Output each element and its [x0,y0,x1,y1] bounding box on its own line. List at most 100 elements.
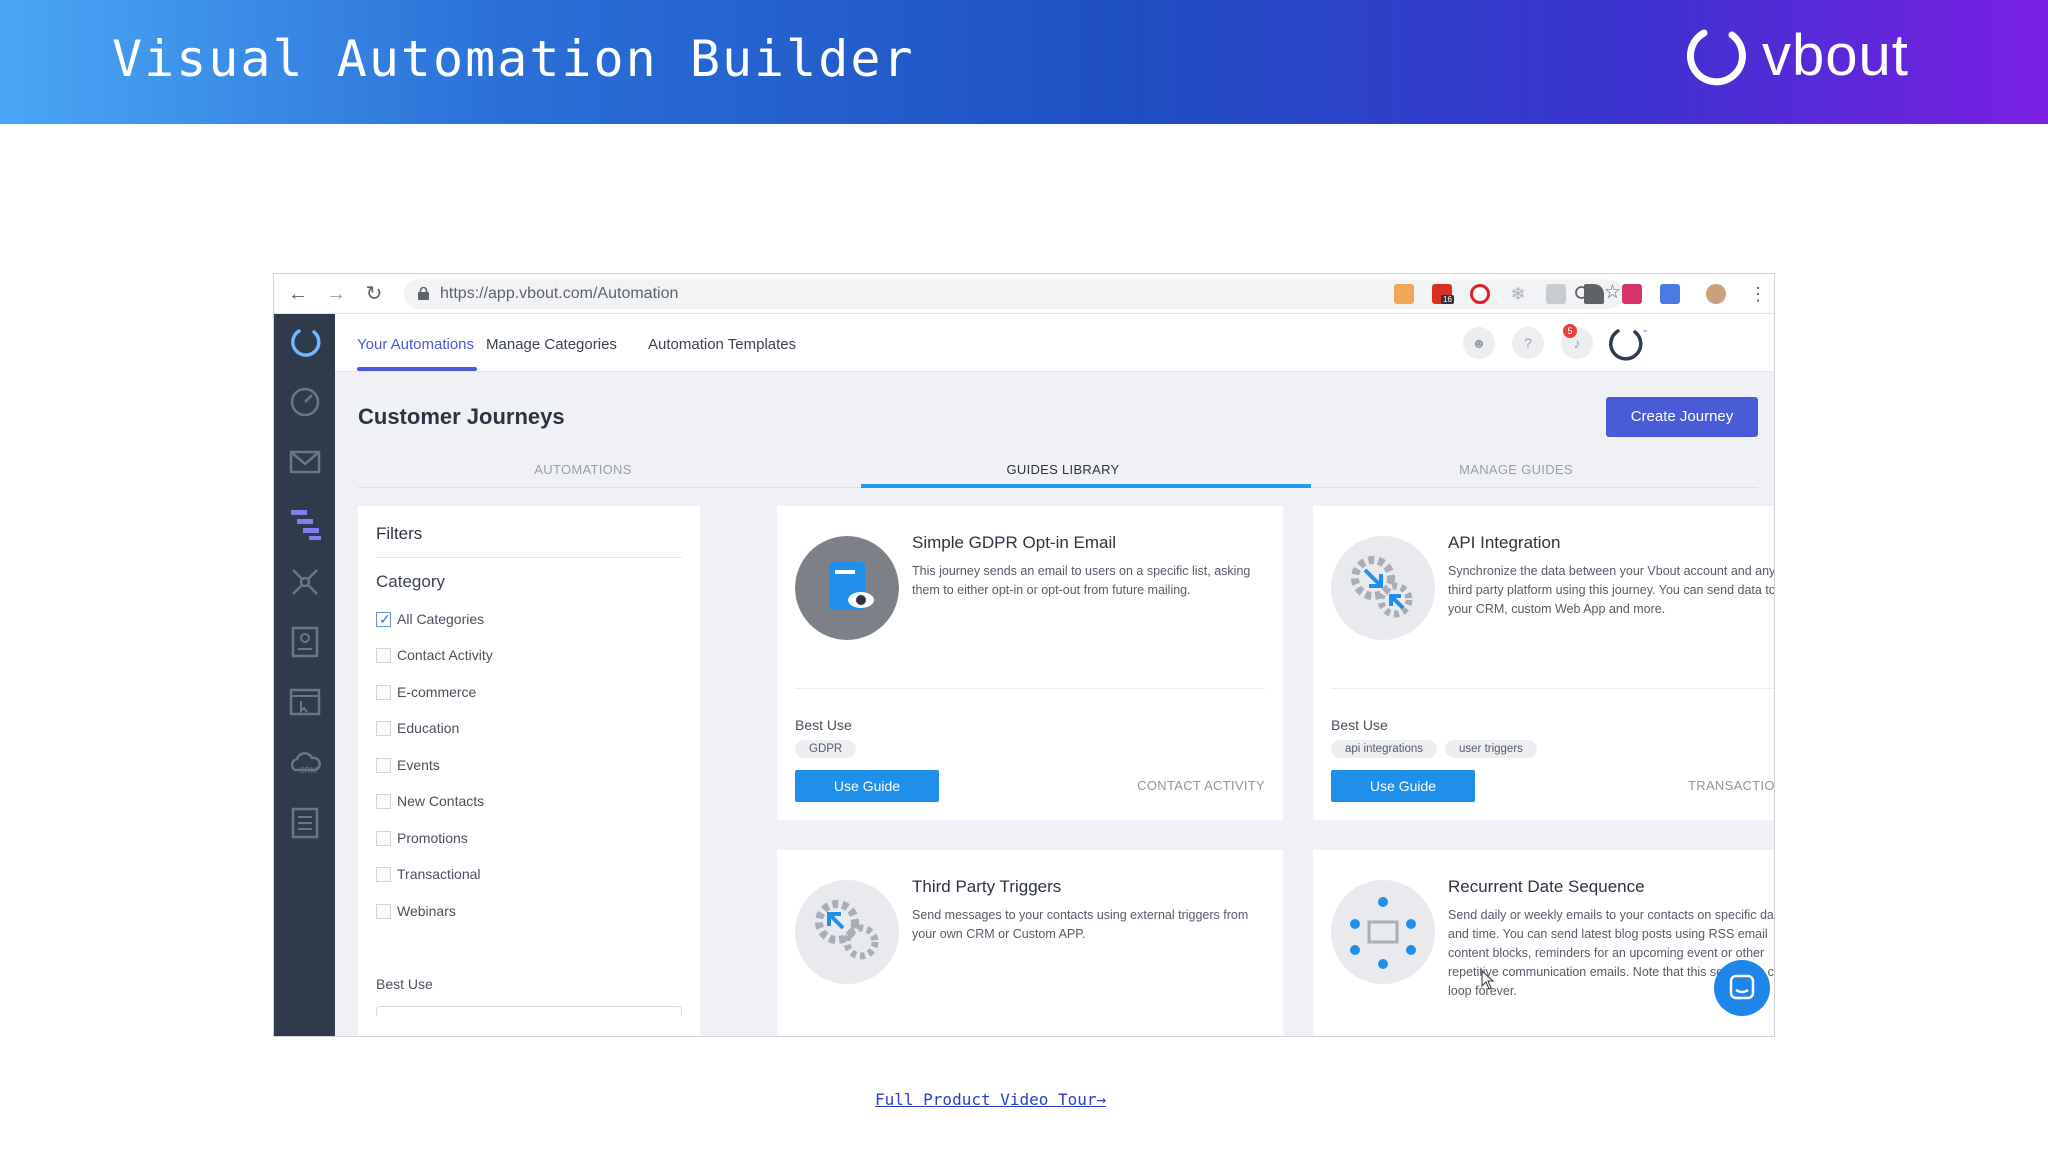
crm-label: CRM [299,766,318,775]
category-label: Contact Activity [397,647,493,663]
reload-icon[interactable]: ↻ [362,282,386,306]
tag-list: api integrations user triggers [1331,740,1537,758]
gears-trigger-icon [795,880,899,984]
extension-grammar-icon[interactable] [1546,284,1566,304]
video-tour-link[interactable]: Full Product Video Tour→ [875,1090,1106,1109]
guide-title: API Integration [1448,533,1561,552]
page-title: Customer Journeys [358,404,565,429]
profile-avatar[interactable] [1706,284,1726,304]
back-arrow-icon[interactable]: ← [286,282,310,306]
card-divider [1331,688,1774,689]
url-text[interactable]: https://app.vbout.com/Automation [440,285,678,303]
account-logo-icon[interactable] [1605,324,1645,364]
active-tab-indicator [357,367,477,371]
email-icon[interactable] [287,444,323,480]
mouse-cursor-icon [1481,970,1495,990]
guide-category: TRANSACTIONAL [1688,778,1775,793]
filters-divider [376,557,682,558]
tag-list: GDPR [795,740,857,758]
landing-page-icon[interactable] [287,684,323,720]
create-journey-button[interactable]: Create Journey [1606,397,1758,437]
checkbox[interactable] [376,685,391,700]
bookmark-star-icon[interactable]: ☆ [1604,283,1624,303]
extension-calendar-icon[interactable]: 16 [1432,284,1454,304]
book-eye-icon [795,536,899,640]
crm-cloud-icon [290,752,321,772]
guide-title: Simple GDPR Opt-in Email [912,533,1117,552]
notification-badge: 5 [1563,324,1577,338]
extension-opera-icon[interactable] [1470,284,1490,304]
brand-name: vbout [1762,22,1909,88]
users-icon[interactable]: ☻ [1463,327,1495,359]
browser-menu-icon[interactable]: ⋮ [1746,282,1770,306]
dashboard-icon[interactable] [287,384,323,420]
tab-automations[interactable]: AUTOMATIONS [358,462,808,477]
card-divider [795,688,1265,689]
help-icon[interactable]: ? [1512,327,1544,359]
automation-icon[interactable] [287,506,323,542]
crm-icon[interactable]: CRM [287,746,323,782]
contacts-icon[interactable] [287,624,323,660]
checkbox[interactable] [376,831,391,846]
use-guide-button[interactable]: Use Guide [795,770,939,802]
checkbox[interactable] [376,904,391,919]
category-title: Category [376,572,445,591]
filters-panel: Filters Category ✓ All Categories Contac… [358,506,700,1036]
extension-badge: 16 [1441,295,1454,304]
banner-title: Visual Automation Builder [112,30,915,88]
extension-u-icon[interactable] [1622,284,1642,304]
tab-guides-library[interactable]: GUIDES LIBRARY [838,462,1288,477]
extension-snowflake-icon[interactable]: ❄ [1508,284,1528,304]
content-tabs: AUTOMATIONS GUIDES LIBRARY MANAGE GUIDES [358,452,1758,488]
account-chevron-down-icon[interactable]: ⌄ [1641,324,1649,335]
checkbox[interactable]: ✓ [376,611,391,627]
guide-card-third-party-triggers: Third Party Triggers Send messages to yo… [777,850,1283,1036]
browser-window: ← → ↻ https://app.vbout.com/Automation ☆… [273,273,1775,1037]
logo-icon[interactable] [287,324,323,360]
best-use-select[interactable] [376,1006,682,1016]
checkbox[interactable] [376,648,391,663]
people-calendar-icon [1331,880,1435,984]
forward-arrow-icon[interactable]: → [324,282,348,306]
extension-pin-icon[interactable] [1584,284,1604,304]
main-content: Customer Journeys Create Journey AUTOMAT… [335,372,1775,1036]
checkbox[interactable] [376,794,391,809]
category-label: All Categories [397,611,485,627]
checkbox[interactable] [376,721,391,736]
best-use-label: Best Use [1331,717,1388,733]
checkbox[interactable] [376,867,391,882]
guide-title: Third Party Triggers [912,877,1062,896]
tag: api integrations [1331,740,1437,758]
brand-ring-icon [1686,29,1746,86]
extension-translate-icon[interactable] [1660,284,1680,304]
check-icon: ✓ [379,611,391,627]
filters-title: Filters [376,524,423,543]
brand-logo: vbout [1684,20,1909,90]
checkbox[interactable] [376,758,391,773]
best-use-label: Best Use [795,717,852,733]
tab-automation-templates[interactable]: Automation Templates [648,336,796,353]
tag: user triggers [1445,740,1537,758]
guide-category: CONTACT ACTIVITY [1137,778,1265,793]
gears-arrows-icon [1331,536,1435,640]
extension-fox-icon[interactable] [1394,284,1414,304]
tab-manage-categories[interactable]: Manage Categories [486,336,617,353]
browser-toolbar: ← → ↻ https://app.vbout.com/Automation ☆… [274,274,1774,314]
category-label: Transactional [397,866,481,882]
network-icon[interactable] [287,564,323,600]
category-label: Events [397,757,440,773]
guide-description: Send messages to your contacts using ext… [912,908,1249,941]
tag: GDPR [795,740,857,758]
tab-your-automations[interactable]: Your Automations [357,336,474,353]
app-sidebar: CRM [274,314,335,1036]
chat-widget-icon[interactable] [1714,960,1770,1016]
guide-card-recurrent-date-sequence: Recurrent Date Sequence Send daily or we… [1313,850,1774,1036]
guide-description: This journey sends an email to users on … [912,564,1251,597]
guide-card-gdpr: Simple GDPR Opt-in Email This journey se… [777,506,1283,820]
guide-description: Synchronize the data between your Vbout … [1448,564,1775,616]
use-guide-button[interactable]: Use Guide [1331,770,1475,802]
tab-manage-guides[interactable]: MANAGE GUIDES [1291,462,1741,477]
category-label: Education [397,720,460,736]
category-label: New Contacts [397,793,485,809]
tasks-icon[interactable] [287,804,323,840]
